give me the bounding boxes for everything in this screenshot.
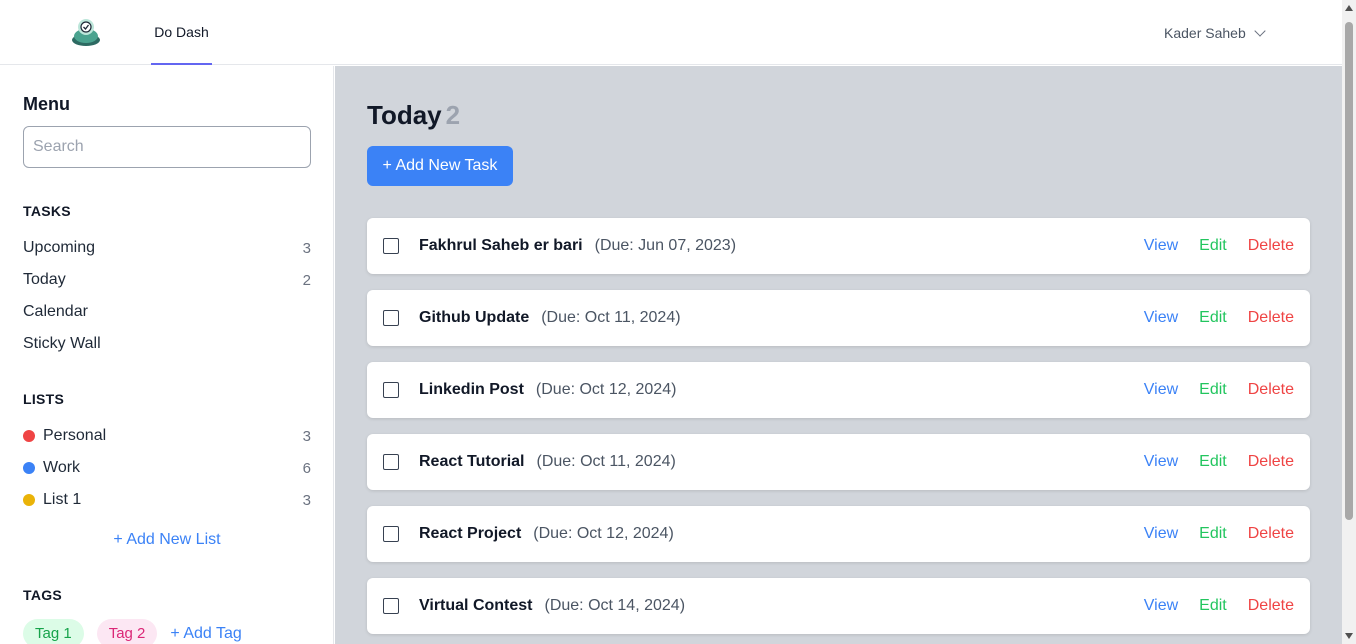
sidebar-list-work[interactable]: Work 6 [23,456,311,480]
list-color-dot [23,462,35,474]
page-title: Today 2 [367,100,460,131]
sidebar-item-label: Calendar [23,303,88,320]
scrollbar-thumb[interactable] [1345,22,1353,520]
edit-task-link[interactable]: Edit [1199,381,1227,399]
delete-task-link[interactable]: Delete [1248,453,1294,471]
view-task-link[interactable]: View [1144,309,1178,327]
sidebar-item-today[interactable]: Today 2 [23,268,311,292]
task-name: Fakhrul Saheb er bari [419,237,583,254]
lists-heading: LISTS [23,391,65,407]
task-due-date: (Due: Oct 14, 2024) [544,597,686,614]
sidebar-item-sticky-wall[interactable]: Sticky Wall [23,332,311,356]
add-tag-button[interactable]: + Add Tag [170,625,241,643]
scroll-down-arrow-icon[interactable] [1345,633,1353,639]
sidebar-list-list-1[interactable]: List 1 3 [23,488,311,512]
nav-tab-do-dash[interactable]: Do Dash [151,0,212,65]
main-content: Today 2 + Add New Task Fakhrul Saheb er b… [335,66,1342,644]
task-row: Fakhrul Saheb er bari (Due: Jun 07, 2023… [367,218,1310,274]
sidebar-list-personal[interactable]: Personal 3 [23,424,311,448]
tag-chip[interactable]: Tag 1 [23,619,84,644]
edit-task-link[interactable]: Edit [1199,237,1227,255]
page-title-count: 2 [445,100,461,130]
sidebar-item-count: 6 [302,459,311,477]
tasks-heading: TASKS [23,203,71,219]
task-due-date: (Due: Oct 12, 2024) [535,381,677,398]
task-due-date: (Due: Oct 12, 2024) [533,525,674,542]
delete-task-link[interactable]: Delete [1248,237,1294,255]
top-navbar: Do Dash Kader Saheb [0,0,1342,65]
sidebar-item-label: Personal [43,427,107,444]
list-color-dot [23,430,35,442]
task-row: React Tutorial (Due: Oct 11, 2024) View … [367,434,1310,490]
list-color-dot [23,494,35,506]
app-logo-icon[interactable] [70,17,102,47]
sidebar-item-count: 3 [302,239,311,257]
edit-task-link[interactable]: Edit [1199,309,1227,327]
task-name: Github Update [419,309,530,326]
sidebar-item-label: Today [23,271,66,288]
task-checkbox[interactable] [383,310,399,326]
sidebar-item-label: List 1 [43,491,82,508]
delete-task-link[interactable]: Delete [1248,597,1294,615]
delete-task-link[interactable]: Delete [1248,525,1294,543]
tags-heading: TAGS [23,587,63,603]
task-due-date: (Due: Oct 11, 2024) [536,453,676,470]
view-task-link[interactable]: View [1144,381,1178,399]
task-checkbox[interactable] [383,598,399,614]
task-list: Fakhrul Saheb er bari (Due: Jun 07, 2023… [367,218,1310,644]
view-task-link[interactable]: View [1144,597,1178,615]
sidebar-item-label: Sticky Wall [23,335,101,352]
menu-title: Menu [23,94,70,114]
delete-task-link[interactable]: Delete [1248,309,1294,327]
sidebar-item-count: 2 [302,271,311,289]
edit-task-link[interactable]: Edit [1199,597,1227,615]
page-scrollbar[interactable] [1342,0,1356,644]
task-row: Linkedin Post (Due: Oct 12, 2024) View E… [367,362,1310,418]
chevron-down-icon [1254,25,1266,37]
sidebar-item-upcoming[interactable]: Upcoming 3 [23,236,311,260]
task-row: React Project (Due: Oct 12, 2024) View E… [367,506,1310,562]
task-due-date: (Due: Oct 11, 2024) [541,309,681,326]
sidebar-item-label: Work [43,459,81,476]
edit-task-link[interactable]: Edit [1199,453,1227,471]
tag-chip[interactable]: Tag 2 [96,619,158,644]
edit-task-link[interactable]: Edit [1199,525,1227,543]
tags-row: Tag 1 Tag 2 + Add Tag [23,619,242,644]
task-checkbox[interactable] [383,238,399,254]
task-checkbox[interactable] [383,454,399,470]
task-row: Virtual Contest (Due: Oct 14, 2024) View… [367,578,1310,634]
view-task-link[interactable]: View [1144,453,1178,471]
page-title-text: Today [367,100,442,130]
sidebar-item-count: 3 [302,491,311,509]
task-due-date: (Due: Jun 07, 2023) [594,237,737,254]
view-task-link[interactable]: View [1144,237,1178,255]
task-name: React Tutorial [419,453,525,470]
sidebar-item-count: 3 [302,427,311,445]
search-input[interactable] [23,126,311,168]
sidebar: Menu TASKS Upcoming 3 Today 2 Calendar S… [0,66,334,644]
user-name: Kader Saheb [1164,25,1246,41]
sidebar-item-label: Upcoming [23,239,96,256]
delete-task-link[interactable]: Delete [1248,381,1294,399]
user-menu[interactable]: Kader Saheb [1164,24,1266,42]
task-checkbox[interactable] [383,526,399,542]
task-checkbox[interactable] [383,382,399,398]
task-name: React Project [419,525,522,542]
view-task-link[interactable]: View [1144,525,1178,543]
scroll-up-arrow-icon[interactable] [1345,5,1353,11]
task-name: Virtual Contest [419,597,533,614]
task-name: Linkedin Post [419,381,524,398]
sidebar-item-calendar[interactable]: Calendar [23,300,311,324]
add-new-task-button[interactable]: + Add New Task [367,146,513,186]
task-row: Github Update (Due: Oct 11, 2024) View E… [367,290,1310,346]
add-new-list-button[interactable]: + Add New List [23,531,311,549]
